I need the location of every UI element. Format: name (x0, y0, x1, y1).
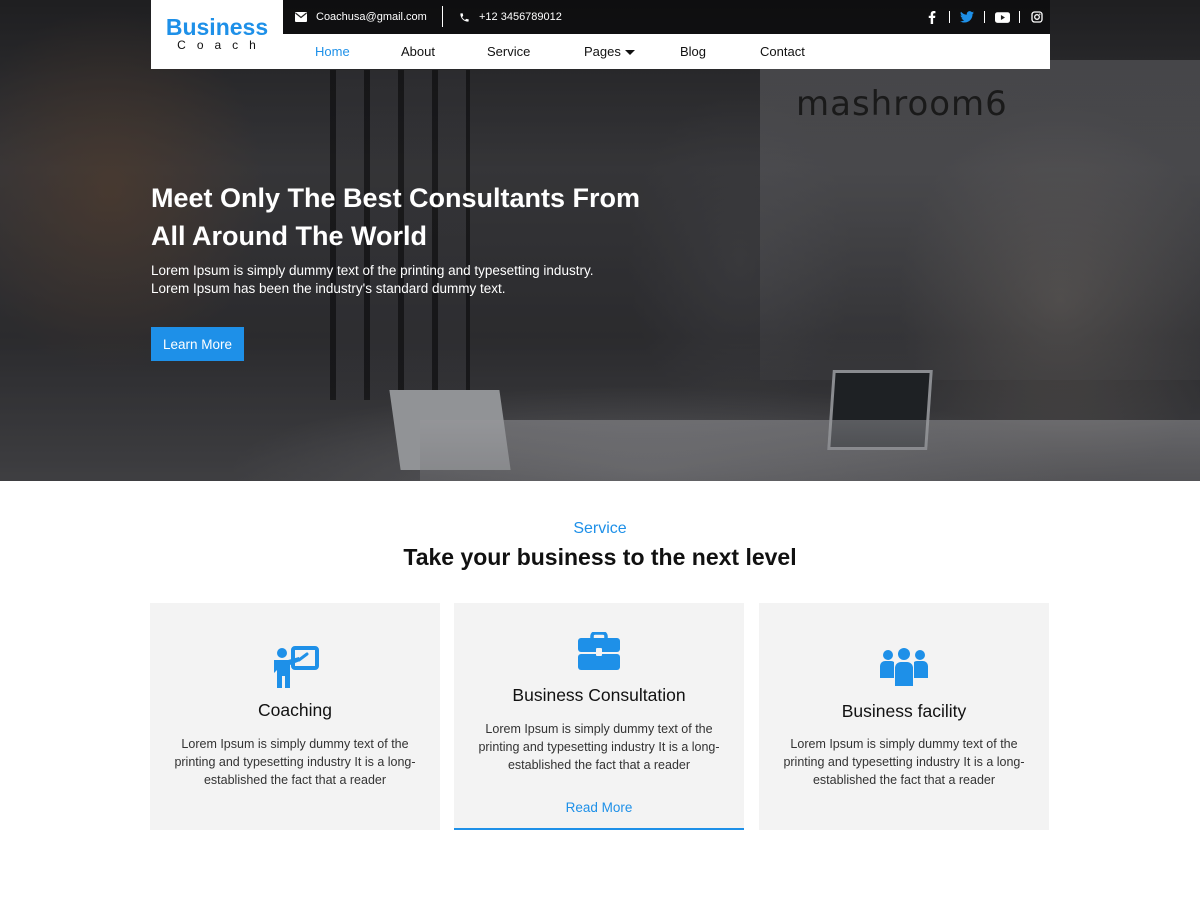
hero-text-line-2: Lorem Ipsum has been the industry's stan… (151, 281, 506, 296)
hero-title-line-1: Meet Only The Best Consultants From (151, 183, 641, 213)
instagram-icon[interactable] (1028, 8, 1046, 26)
email-contact[interactable]: Coachusa@gmail.com (295, 0, 427, 34)
nav-item-service[interactable]: Service (487, 34, 530, 69)
topbar-divider (442, 6, 443, 27)
hero-description: Lorem Ipsum is simply dummy text of the … (151, 262, 651, 298)
service-card-business-consultation[interactable]: Business Consultation Lorem Ipsum is sim… (454, 603, 744, 830)
section-title: Take your business to the next level (403, 544, 797, 570)
card-text: Lorem Ipsum is simply dummy text of the … (783, 737, 1025, 787)
caret-down-icon (624, 50, 635, 56)
service-card-coaching[interactable]: Coaching Lorem Ipsum is simply dummy tex… (150, 603, 440, 830)
presentation-icon (150, 646, 440, 688)
card-title: Business Consultation (512, 685, 686, 705)
social-separator (1019, 11, 1020, 23)
social-separator (984, 11, 985, 23)
social-separator (949, 11, 950, 23)
brand-name: Business (165, 14, 269, 40)
nav-item-home[interactable]: Home (315, 34, 350, 69)
service-card-business-facility[interactable]: Business facility Lorem Ipsum is simply … (759, 603, 1049, 830)
phone-text: +12 3456789012 (479, 11, 562, 23)
nav-item-about[interactable]: About (401, 34, 435, 69)
social-links (923, 0, 1046, 34)
nav-item-pages-label: Pages (584, 44, 621, 59)
main-navigation: Home About Service Pages Blog Contact (283, 34, 1050, 69)
card-title: Business facility (841, 701, 967, 721)
top-contact-bar: Coachusa@gmail.com +12 3456789012 (283, 0, 1050, 34)
card-title: Coaching (258, 700, 332, 720)
hero-text-line-1: Lorem Ipsum is simply dummy text of the … (151, 263, 594, 278)
envelope-icon (295, 12, 307, 22)
twitter-icon[interactable] (958, 8, 976, 26)
facebook-icon[interactable] (923, 8, 941, 26)
section-kicker: Service (573, 520, 627, 537)
hero-title: Meet Only The Best Consultants From All … (151, 179, 671, 255)
brand-tagline: Coach (177, 38, 267, 52)
brand-logo[interactable]: Business Coach (151, 0, 283, 69)
nav-item-blog[interactable]: Blog (680, 34, 706, 69)
card-text: Lorem Ipsum is simply dummy text of the … (478, 722, 720, 772)
read-more-link[interactable]: Read More (454, 800, 744, 815)
phone-contact[interactable]: +12 3456789012 (459, 0, 562, 34)
learn-more-button[interactable]: Learn More (151, 327, 244, 361)
nav-item-pages[interactable]: Pages (584, 34, 635, 69)
card-text: Lorem Ipsum is simply dummy text of the … (174, 737, 416, 787)
phone-icon (460, 12, 469, 22)
email-text: Coachusa@gmail.com (316, 11, 427, 23)
hero-title-line-2: All Around The World (151, 221, 427, 251)
nav-item-contact[interactable]: Contact (760, 34, 805, 69)
youtube-icon[interactable] (993, 8, 1011, 26)
briefcase-icon (454, 632, 744, 670)
team-icon (759, 648, 1049, 686)
